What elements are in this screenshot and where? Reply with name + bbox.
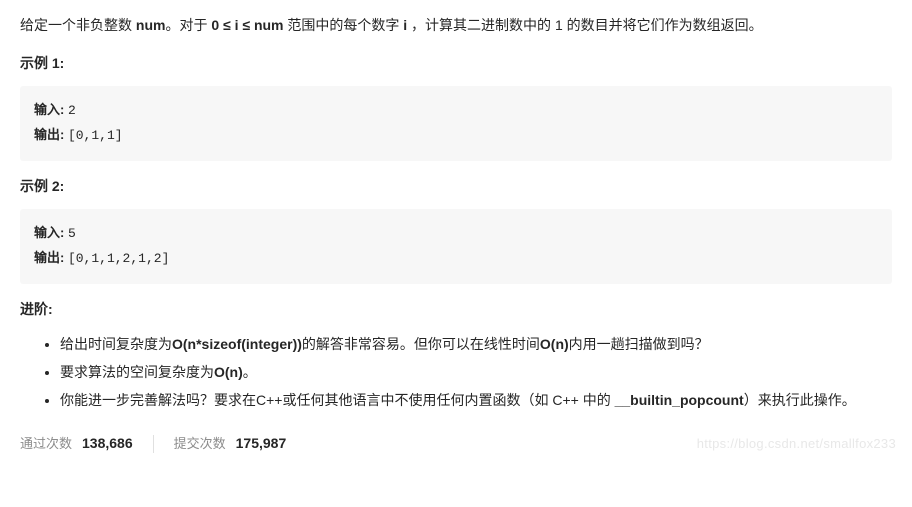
pass-count: 通过次数 138,686 xyxy=(20,432,133,456)
item-text: 要求算法的空间复杂度为 xyxy=(60,364,214,380)
item-text: 你能进一步完善解法吗？要求在C++或任何其他语言中不使用任何内置函数（如 C++… xyxy=(60,392,615,408)
pass-value: 138,686 xyxy=(82,432,133,456)
desc-text: 给定一个非负整数 xyxy=(20,17,136,33)
desc-var-num: num xyxy=(136,17,166,33)
problem-description: 给定一个非负整数 num。对于 0 ≤ i ≤ num 范围中的每个数字 i ，… xyxy=(20,14,892,38)
example1-block: 输入: 2 输出: [0,1,1] xyxy=(20,86,892,161)
output-value: [0,1,1] xyxy=(68,128,123,143)
item-text: ）来执行此操作。 xyxy=(744,392,856,408)
list-item: 给出时间复杂度为O(n*sizeof(integer))的解答非常容易。但你可以… xyxy=(60,332,892,358)
output-value: [0,1,1,2,1,2] xyxy=(68,251,169,266)
pass-label: 通过次数 xyxy=(20,433,72,455)
desc-range: 0 ≤ i ≤ num xyxy=(211,17,283,33)
input-label: 输入: xyxy=(34,225,68,240)
submit-count: 提交次数 175,987 xyxy=(174,432,287,456)
desc-text: 。对于 xyxy=(165,17,211,33)
submit-value: 175,987 xyxy=(236,432,287,456)
item-text: 内用一趟扫描做到吗？ xyxy=(569,336,709,352)
example1-heading: 示例 1: xyxy=(20,52,892,76)
example2-block: 输入: 5 输出: [0,1,1,2,1,2] xyxy=(20,209,892,284)
desc-text: 范围中的每个数字 xyxy=(284,17,404,33)
item-text: 的解答非常容易。但你可以在线性时间 xyxy=(302,336,540,352)
input-value: 2 xyxy=(68,103,76,118)
item-bold: O(n) xyxy=(214,364,243,380)
input-value: 5 xyxy=(68,226,76,241)
example2-heading: 示例 2: xyxy=(20,175,892,199)
advanced-heading: 进阶: xyxy=(20,298,892,322)
item-text: 给出时间复杂度为 xyxy=(60,336,172,352)
output-label: 输出: xyxy=(34,127,68,142)
item-bold: O(n) xyxy=(540,336,569,352)
list-item: 要求算法的空间复杂度为O(n)。 xyxy=(60,360,892,386)
submit-label: 提交次数 xyxy=(174,433,226,455)
list-item: 你能进一步完善解法吗？要求在C++或任何其他语言中不使用任何内置函数（如 C++… xyxy=(60,388,892,414)
stats-divider xyxy=(153,435,154,453)
advanced-list: 给出时间复杂度为O(n*sizeof(integer))的解答非常容易。但你可以… xyxy=(20,332,892,414)
stats-bar: 通过次数 138,686 提交次数 175,987 xyxy=(20,432,892,456)
input-label: 输入: xyxy=(34,102,68,117)
item-text: 。 xyxy=(243,364,257,380)
item-bold: O(n*sizeof(integer)) xyxy=(172,336,302,352)
desc-text: ，计算其二进制数中的 1 的数目并将它们作为数组返回。 xyxy=(407,17,762,33)
item-bold: __builtin_popcount xyxy=(615,392,744,408)
output-label: 输出: xyxy=(34,250,68,265)
